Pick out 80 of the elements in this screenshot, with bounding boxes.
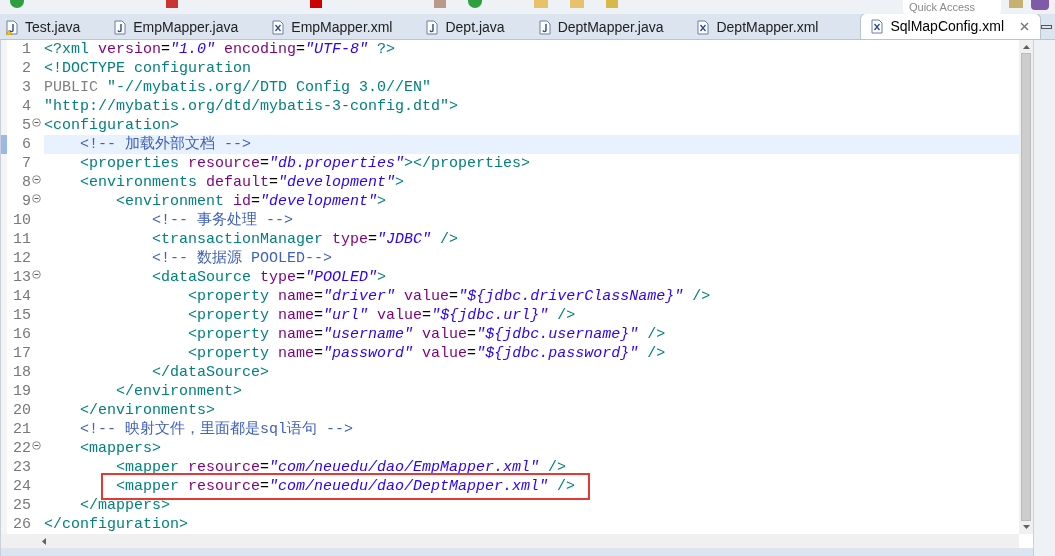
line-number: 18 [12, 363, 31, 382]
code-line: <property name="username" value="${jdbc.username}" /> [187, 325, 666, 344]
code-line: <environments default="development"> [79, 173, 405, 192]
xml-file-icon [871, 19, 884, 34]
line-number: 15 [12, 306, 31, 325]
line-number: 4 [21, 97, 31, 116]
xml-file-icon [697, 19, 710, 35]
code-line: <transactionManager type="JDBC" /> [151, 230, 459, 249]
line-number: 10 [12, 211, 31, 230]
line-number: 2 [21, 59, 31, 78]
line-number: 26 [12, 515, 31, 534]
code-line: PUBLIC "-//mybatis.org//DTD Config 3.0//EN" [44, 78, 432, 97]
code-line: <mappers> [79, 439, 162, 458]
java-file-icon [6, 19, 18, 35]
line-number: 11 [12, 230, 31, 249]
code-line: <properties resource="db.properties"></properties> [79, 154, 531, 173]
left-arrow-icon[interactable] [41, 537, 46, 545]
scrollbar-thumb[interactable] [1021, 53, 1031, 521]
fold-icon[interactable] [32, 270, 41, 279]
line-number: 23 [12, 458, 31, 477]
editor-tab[interactable]: EmpMapper.xml [266, 15, 399, 39]
code-line: <?xml version="1.0" encoding="UTF-8" ?> [44, 40, 396, 59]
code-line: <property name="driver" value="${jdbc.driverClassName}" /> [187, 287, 711, 306]
fold-icon[interactable] [32, 118, 41, 127]
editor-tab[interactable]: SqlMapConfig.xml [860, 13, 1041, 39]
close-icon[interactable] [1019, 21, 1030, 32]
line-number: 5 [21, 116, 31, 135]
code-line: <mapper resource="com/neuedu/dao/EmpMapper.xml" /> [115, 458, 567, 477]
line-number: 17 [12, 344, 31, 363]
line-number: 19 [12, 382, 31, 401]
line-number: 7 [21, 154, 31, 173]
line-number: 9 [21, 192, 31, 211]
code-line: "http://mybatis.org/dtd/mybatis-3-config.dtd"> [44, 97, 459, 116]
editor-tab[interactable]: EmpMapper.java [108, 15, 245, 39]
code-line: <environment id="development"> [115, 192, 387, 211]
line-number: 22 [12, 439, 31, 458]
code-line: <!-- 加载外部文档 --> [79, 135, 252, 154]
code-line: <mapper resource="com/neuedu/dao/DeptMapper.xml" /> [115, 477, 576, 496]
line-number: 20 [12, 401, 31, 420]
code-line: </environment> [115, 382, 243, 401]
code-line: </environments> [79, 401, 216, 420]
vertical-scrollbar[interactable] [1019, 40, 1033, 534]
code-line: <!DOCTYPE configuration [44, 59, 252, 78]
code-line: <!-- 事务处理 --> [151, 211, 294, 230]
line-number: 13 [12, 268, 31, 287]
line-number: 8 [21, 173, 31, 192]
editor-tab[interactable]: Dept.java [420, 15, 511, 39]
fold-icon[interactable] [32, 194, 41, 203]
down-arrow-icon[interactable] [1022, 525, 1030, 530]
code-line: <property name="url" value="${jdbc.url}" /> [187, 306, 576, 325]
code-line: <!-- 映射文件，里面都是sql语句 --> [79, 420, 354, 439]
line-number: 3 [21, 78, 31, 97]
line-number: 25 [12, 496, 31, 515]
line-number: 16 [12, 325, 31, 344]
minimize-icon[interactable] [1041, 25, 1052, 29]
code-line: <!-- 数据源 POOLED--> [151, 249, 333, 268]
code-line: <property name="password" value="${jdbc.password}" /> [187, 344, 666, 363]
horizontal-scrollbar[interactable] [1, 534, 1019, 548]
code-line: </configuration> [44, 515, 189, 534]
line-number: 14 [12, 287, 31, 306]
line-number: 6 [21, 135, 31, 154]
code-line: <dataSource type="POOLED"> [151, 268, 387, 287]
fold-icon[interactable] [32, 175, 41, 184]
java-file-icon [538, 19, 551, 35]
editor-tab[interactable]: Test.java [0, 15, 87, 39]
editor-tab[interactable]: DeptMapper.java [532, 15, 670, 39]
line-number: 12 [12, 249, 31, 268]
line-number: 21 [12, 420, 31, 439]
up-arrow-icon[interactable] [1022, 44, 1030, 49]
java-file-icon [426, 19, 439, 35]
code-line: </mappers> [79, 496, 171, 515]
line-number: 1 [21, 40, 31, 59]
fold-icon[interactable] [32, 441, 41, 450]
code-line: <configuration> [44, 116, 180, 135]
code-line: </dataSource> [151, 363, 270, 382]
line-number: 24 [12, 477, 31, 496]
xml-file-icon [272, 19, 285, 35]
quick-access-field[interactable]: Quick Access [903, 0, 1001, 14]
editor-tab[interactable]: DeptMapper.xml [691, 15, 825, 39]
java-file-icon [114, 19, 127, 35]
